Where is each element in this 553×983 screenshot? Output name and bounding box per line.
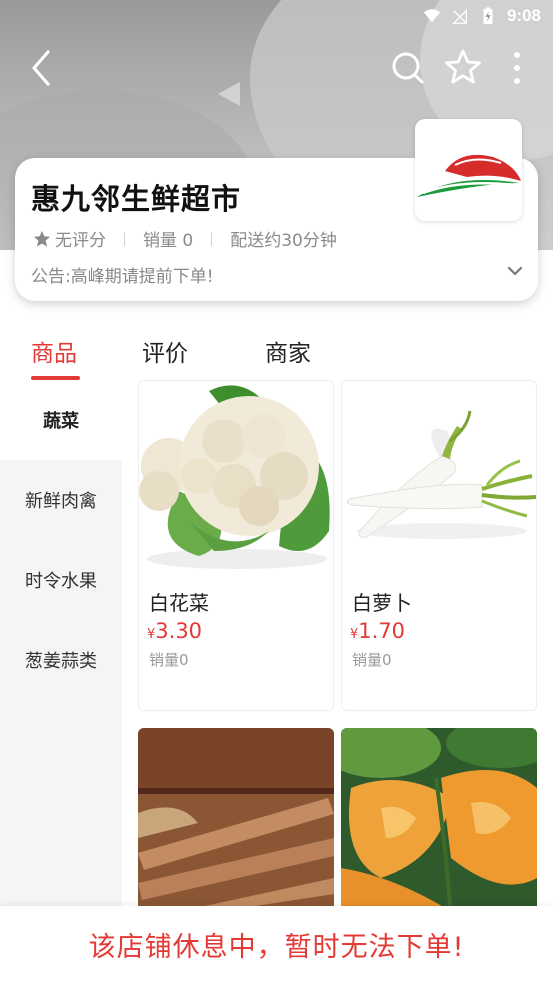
product-card[interactable]: 白花菜 ¥3.30 销量0 xyxy=(138,380,334,711)
product-image xyxy=(138,728,334,918)
tab-reviews[interactable]: 评价 xyxy=(142,334,188,368)
signal-icon xyxy=(452,8,467,24)
store-notice: 公告:高峰期请提前下单! xyxy=(31,267,214,287)
store-closed-message: 该店铺休息中，暂时无法下单! xyxy=(88,932,465,963)
product-price: ¥1.70 xyxy=(350,619,405,643)
store-delivery-time: 配送约30分钟 xyxy=(230,231,337,251)
search-icon[interactable] xyxy=(390,50,426,86)
product-image xyxy=(342,381,536,571)
status-bar: 9:08 xyxy=(0,0,553,32)
product-sales: 销量0 xyxy=(149,651,189,669)
product-image xyxy=(341,728,537,918)
divider xyxy=(211,231,213,246)
category-item-vegetables[interactable]: 蔬菜 xyxy=(0,380,122,460)
category-item-fruit[interactable]: 时令水果 xyxy=(0,540,122,620)
status-time: 9:08 xyxy=(506,6,541,25)
more-vertical-icon[interactable] xyxy=(504,50,530,86)
category-item-meat-poultry[interactable]: 新鲜肉禽 xyxy=(0,460,122,540)
store-sales: 销量 0 xyxy=(143,231,194,251)
back-arrow-icon[interactable] xyxy=(22,46,62,90)
product-image xyxy=(139,381,333,571)
category-sidebar: 蔬菜 新鲜肉禽 时令水果 葱姜蒜类 xyxy=(0,380,122,910)
category-item-aromatics[interactable]: 葱姜蒜类 xyxy=(0,620,122,700)
tab-products[interactable]: 商品 xyxy=(31,334,77,368)
wifi-icon xyxy=(423,9,441,23)
price-value: 1.70 xyxy=(358,619,406,643)
favorite-star-icon[interactable] xyxy=(444,48,482,86)
rating-star-icon xyxy=(33,230,51,247)
product-card[interactable]: 白萝卜 ¥1.70 销量0 xyxy=(341,380,537,711)
store-tabs: 商品 评价 商家 xyxy=(0,334,553,384)
divider xyxy=(124,231,125,246)
chevron-down-icon[interactable] xyxy=(506,262,524,280)
price-value: 3.30 xyxy=(155,619,203,643)
product-price: ¥3.30 xyxy=(147,619,202,643)
store-name: 惠九邻生鲜超市 xyxy=(31,182,242,216)
tab-merchant[interactable]: 商家 xyxy=(265,334,311,368)
product-name: 白花菜 xyxy=(149,591,209,615)
product-sales: 销量0 xyxy=(352,651,392,669)
product-name: 白萝卜 xyxy=(352,591,412,615)
store-meta: 无评分 销量 0 配送约30分钟 xyxy=(33,226,337,251)
store-logo xyxy=(415,119,522,221)
store-rating: 无评分 xyxy=(55,231,106,251)
product-card[interactable] xyxy=(341,728,537,918)
battery-charging-icon xyxy=(483,7,493,25)
store-logo-graphic xyxy=(417,154,521,197)
product-card[interactable] xyxy=(138,728,334,918)
store-closed-banner: 该店铺休息中，暂时无法下单! xyxy=(0,906,553,983)
